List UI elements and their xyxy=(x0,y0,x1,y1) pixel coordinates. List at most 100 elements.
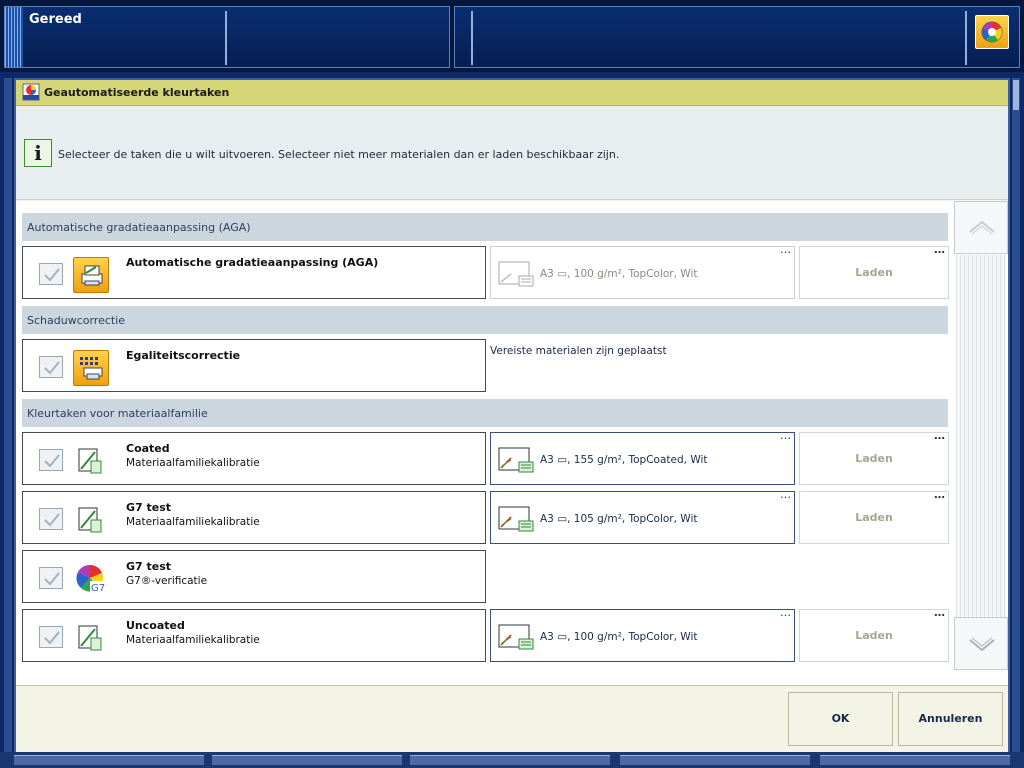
checkmark-icon xyxy=(44,513,60,527)
media-selector[interactable]: A3 ▭, 105 g/m², TopColor, Wit … xyxy=(490,488,795,544)
info-icon: i xyxy=(24,139,52,167)
dialog-title: Geautomatiseerde kleurtaken xyxy=(44,86,230,99)
more-options-icon[interactable]: … xyxy=(934,488,945,502)
media-selector[interactable]: A3 ▭, 100 g/m², TopColor, Wit … xyxy=(490,243,795,299)
cancel-button[interactable]: Annuleren xyxy=(898,692,1003,746)
media-icon xyxy=(498,447,534,473)
media-calibration-icon xyxy=(73,502,109,538)
bottom-tab[interactable] xyxy=(820,755,1010,765)
required-media-note: Vereiste materialen zijn geplaatst xyxy=(490,345,667,357)
more-options-icon[interactable]: … xyxy=(934,243,945,257)
media-icon xyxy=(498,261,534,287)
media-description: A3 ▭, 105 g/m², TopColor, Wit xyxy=(540,513,698,525)
info-box: i Selecteer de taken die u wilt uitvoere… xyxy=(16,106,1008,200)
task-g7-calibration[interactable]: G7 test Materiaalfamiliekalibratie xyxy=(22,491,486,544)
load-label: Laden xyxy=(855,629,893,642)
bottom-tab[interactable] xyxy=(410,755,610,765)
task-checkbox[interactable] xyxy=(39,449,63,471)
task-name: Egaliteitscorrectie xyxy=(126,349,241,362)
checkmark-icon xyxy=(44,631,60,645)
task-subtitle: Materiaalfamiliekalibratie xyxy=(126,516,260,528)
info-text: Selecteer de taken die u wilt uitvoeren.… xyxy=(58,148,620,161)
status-panel[interactable]: Gereed xyxy=(4,6,450,68)
dialog-footer: OK Annuleren xyxy=(16,685,1008,752)
checkmark-icon xyxy=(44,572,60,586)
panel-divider xyxy=(965,11,967,65)
status-text: Gereed xyxy=(29,12,82,27)
chevron-down-icon xyxy=(969,637,995,652)
bottom-tab[interactable] xyxy=(212,755,402,765)
checkmark-icon xyxy=(44,454,60,468)
dialog-titlebar: Geautomatiseerde kleurtaken xyxy=(16,80,1008,106)
media-description: A3 ▭, 100 g/m², TopColor, Wit xyxy=(540,631,698,643)
more-options-icon[interactable]: … xyxy=(934,429,945,443)
status-stripe xyxy=(5,7,23,67)
uniformity-correction-icon xyxy=(73,350,109,386)
media-icon xyxy=(498,624,534,650)
color-status-button[interactable] xyxy=(975,15,1009,49)
task-subtitle: G7®-verificatie xyxy=(126,575,208,587)
media-calibration-icon xyxy=(73,443,109,479)
list-scroller[interactable] xyxy=(954,201,1008,671)
more-options-icon[interactable]: … xyxy=(780,488,791,501)
task-g7-verification[interactable]: G7 G7 test G7®-verificatie xyxy=(22,550,486,603)
info-panel[interactable] xyxy=(454,6,1020,68)
scroll-down-button[interactable] xyxy=(954,617,1008,670)
more-options-icon[interactable]: … xyxy=(780,243,791,256)
more-options-icon[interactable]: … xyxy=(780,606,791,619)
task-name: G7 test xyxy=(126,560,172,573)
task-checkbox[interactable] xyxy=(39,356,63,378)
section-header-shading: Schaduwcorrectie xyxy=(22,306,948,334)
bottom-tab[interactable] xyxy=(14,755,204,765)
more-options-icon[interactable]: … xyxy=(780,429,791,442)
chevron-up-icon xyxy=(969,220,995,235)
g7-verification-icon: G7 xyxy=(73,561,109,597)
task-subtitle: Materiaalfamiliekalibratie xyxy=(126,634,260,646)
load-button[interactable]: Laden … xyxy=(799,606,949,662)
media-calibration-icon xyxy=(73,620,109,656)
top-status-bar: Gereed xyxy=(0,0,1024,72)
task-coated[interactable]: Coated Materiaalfamiliekalibratie xyxy=(22,432,486,485)
load-button[interactable]: Laden … xyxy=(799,243,949,299)
task-name: Automatische gradatieaanpassing (AGA) xyxy=(126,256,379,269)
task-list: Automatische gradatieaanpassing (AGA) Au… xyxy=(16,201,1008,685)
color-status-icon xyxy=(981,21,1003,43)
task-name: Uncoated xyxy=(126,619,185,632)
checkmark-icon xyxy=(44,361,60,375)
media-selector[interactable]: A3 ▭, 100 g/m², TopColor, Wit … xyxy=(490,606,795,662)
scroll-up-button[interactable] xyxy=(954,201,1008,254)
task-checkbox[interactable] xyxy=(39,508,63,530)
edge-knob xyxy=(1013,80,1019,110)
bottom-bar xyxy=(0,752,1024,768)
section-header-aga: Automatische gradatieaanpassing (AGA) xyxy=(22,213,948,241)
task-uniformity[interactable]: Egaliteitscorrectie xyxy=(22,339,486,392)
load-label: Laden xyxy=(855,452,893,465)
media-description: A3 ▭, 155 g/m², TopCoated, Wit xyxy=(540,454,708,466)
section-header-media-family: Kleurtaken voor materiaalfamilie xyxy=(22,399,948,427)
task-name: G7 test xyxy=(126,501,172,514)
color-tasks-dialog: Geautomatiseerde kleurtaken i Selecteer … xyxy=(14,78,1010,752)
task-aga[interactable]: Automatische gradatieaanpassing (AGA) xyxy=(22,246,486,299)
left-frame-edge xyxy=(4,78,12,752)
load-button[interactable]: Laden … xyxy=(799,429,949,485)
media-description: A3 ▭, 100 g/m², TopColor, Wit xyxy=(540,268,698,280)
printer-gradation-icon xyxy=(73,257,109,293)
status-divider xyxy=(225,11,227,65)
media-selector[interactable]: A3 ▭, 155 g/m², TopCoated, Wit … xyxy=(490,429,795,485)
task-checkbox[interactable] xyxy=(39,626,63,648)
task-subtitle: Materiaalfamiliekalibratie xyxy=(126,457,260,469)
auto-color-icon xyxy=(22,83,40,101)
task-checkbox[interactable] xyxy=(39,567,63,589)
bottom-tab[interactable] xyxy=(620,755,810,765)
load-button[interactable]: Laden … xyxy=(799,488,949,544)
checkmark-icon xyxy=(44,268,60,282)
ok-button[interactable]: OK xyxy=(788,692,893,746)
load-label: Laden xyxy=(855,511,893,524)
scroll-track[interactable] xyxy=(956,255,1006,617)
load-label: Laden xyxy=(855,266,893,279)
task-checkbox[interactable] xyxy=(39,263,63,285)
panel-divider xyxy=(471,11,473,65)
right-frame-edge xyxy=(1012,78,1020,752)
more-options-icon[interactable]: … xyxy=(934,606,945,620)
task-uncoated[interactable]: Uncoated Materiaalfamiliekalibratie xyxy=(22,609,486,662)
